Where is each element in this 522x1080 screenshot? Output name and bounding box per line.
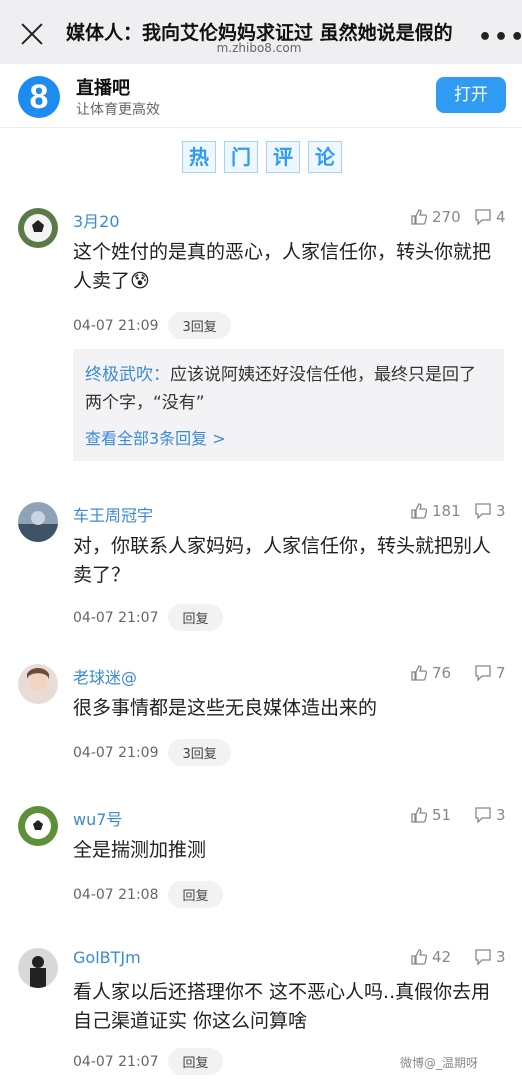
comment-meta: 04-07 21:07 回复 — [73, 1048, 223, 1075]
reply-count-button[interactable]: 4 — [474, 208, 506, 226]
like-button[interactable]: 51 — [410, 806, 451, 824]
sub-reply-line: 终极武吹：应该说阿姨还好没信任他，最终只是回了两个字，“没有” — [85, 361, 492, 417]
close-icon[interactable] — [18, 20, 46, 48]
reply-count-button[interactable]: 3 — [474, 806, 506, 824]
heading-char: 门 — [224, 141, 258, 173]
app-slogan: 让体育更高效 — [76, 102, 160, 118]
reply-count: 7 — [496, 664, 506, 682]
browser-top-bar: 媒体人：我向艾伦妈妈求证过 虽然她说是假的 m.zhibo8.com ••• — [0, 0, 522, 64]
comment-icon — [475, 503, 491, 520]
thumbs-up-icon — [411, 807, 428, 823]
sub-reply-username[interactable]: 终极武吹 — [85, 365, 153, 385]
sub-reply-box: 终极武吹：应该说阿姨还好没信任他，最终只是回了两个字，“没有” 查看全部3条回复… — [73, 349, 504, 461]
comment-username[interactable]: wu7号 — [73, 806, 122, 830]
avatar[interactable] — [18, 806, 58, 846]
comment-username[interactable]: 3月20 — [73, 208, 120, 232]
comment-meta: 04-07 21:09 3回复 — [73, 312, 231, 339]
comment-text: 很多事情都是这些无良媒体造出来的 — [73, 697, 378, 719]
comment-icon — [475, 807, 491, 824]
reply-button[interactable]: 回复 — [168, 604, 223, 631]
like-button[interactable]: 76 — [410, 664, 451, 682]
comment-time: 04-07 21:08 — [73, 886, 159, 903]
comment-time: 04-07 21:09 — [73, 317, 159, 334]
like-button[interactable]: 270 — [410, 208, 461, 226]
heading-char: 论 — [308, 141, 342, 173]
page-url: m.zhibo8.com — [216, 41, 302, 55]
reply-count: 3 — [496, 806, 506, 824]
view-all-replies-link[interactable]: 查看全部3条回复 > — [85, 425, 492, 449]
reply-button[interactable]: 回复 — [168, 881, 223, 908]
reply-count: 3 — [496, 948, 506, 966]
more-icon[interactable]: ••• — [478, 25, 522, 50]
hot-comments-heading: 热 门 评 论 — [182, 141, 342, 175]
avatar[interactable] — [18, 502, 58, 542]
reply-button[interactable]: 3回复 — [168, 312, 231, 339]
like-button[interactable]: 42 — [410, 948, 451, 966]
thumbs-up-icon — [411, 209, 428, 225]
reply-count: 3 — [496, 502, 506, 520]
comment-username[interactable]: 老球迷@ — [73, 664, 137, 688]
avatar[interactable] — [18, 208, 58, 248]
reply-button[interactable]: 3回复 — [168, 739, 231, 766]
comment-meta: 04-07 21:07 回复 — [73, 604, 223, 631]
like-count: 51 — [432, 806, 452, 824]
app-download-banner: 8 直播吧 让体育更高效 打开 — [0, 64, 522, 128]
like-count: 76 — [432, 664, 452, 682]
comment-text: 对，你联系人家妈妈，人家信任你，转头就把别人卖了？ — [73, 535, 492, 586]
thumbs-up-icon — [411, 665, 428, 681]
comment-text: 这个姓付的是真的恶心，人家信任你，转头你就把人卖了😰 — [73, 241, 492, 292]
heading-char: 评 — [266, 141, 300, 173]
comment-username[interactable]: 车王周冠宇 — [73, 502, 153, 526]
reply-count-button[interactable]: 3 — [474, 948, 506, 966]
avatar[interactable] — [18, 948, 58, 988]
like-button[interactable]: 181 — [410, 502, 461, 520]
comment-username[interactable]: GolBTJm — [73, 948, 141, 967]
comment-text: 看人家以后还搭理你不 这不恶心人吗..真假你去用自己渠道证实 你这么问算啥 — [73, 981, 491, 1032]
zhibo8-logo: 8 — [18, 76, 60, 118]
comment-icon — [475, 665, 491, 682]
comment-time: 04-07 21:09 — [73, 744, 159, 761]
like-count: 270 — [432, 208, 461, 226]
app-name: 直播吧 — [76, 78, 130, 99]
comment-icon — [475, 949, 491, 966]
comment-time: 04-07 21:07 — [73, 609, 159, 626]
reply-button[interactable]: 回复 — [168, 1048, 223, 1075]
weibo-watermark: 微博@_温期呀 — [400, 1056, 479, 1070]
like-count: 42 — [432, 948, 452, 966]
avatar[interactable] — [18, 664, 58, 704]
thumbs-up-icon — [411, 949, 428, 965]
reply-count-button[interactable]: 7 — [474, 664, 506, 682]
reply-count-button[interactable]: 3 — [474, 502, 506, 520]
comment-meta: 04-07 21:08 回复 — [73, 881, 223, 908]
open-app-button[interactable]: 打开 — [436, 77, 506, 113]
comment-icon — [475, 209, 491, 226]
comment-meta: 04-07 21:09 3回复 — [73, 739, 231, 766]
reply-count: 4 — [496, 208, 506, 226]
like-count: 181 — [432, 502, 461, 520]
comment-time: 04-07 21:07 — [73, 1053, 159, 1070]
comment-text: 全是揣测加推测 — [73, 839, 207, 861]
heading-char: 热 — [182, 141, 216, 173]
sub-reply-separator: ： — [153, 365, 170, 385]
thumbs-up-icon — [411, 503, 428, 519]
